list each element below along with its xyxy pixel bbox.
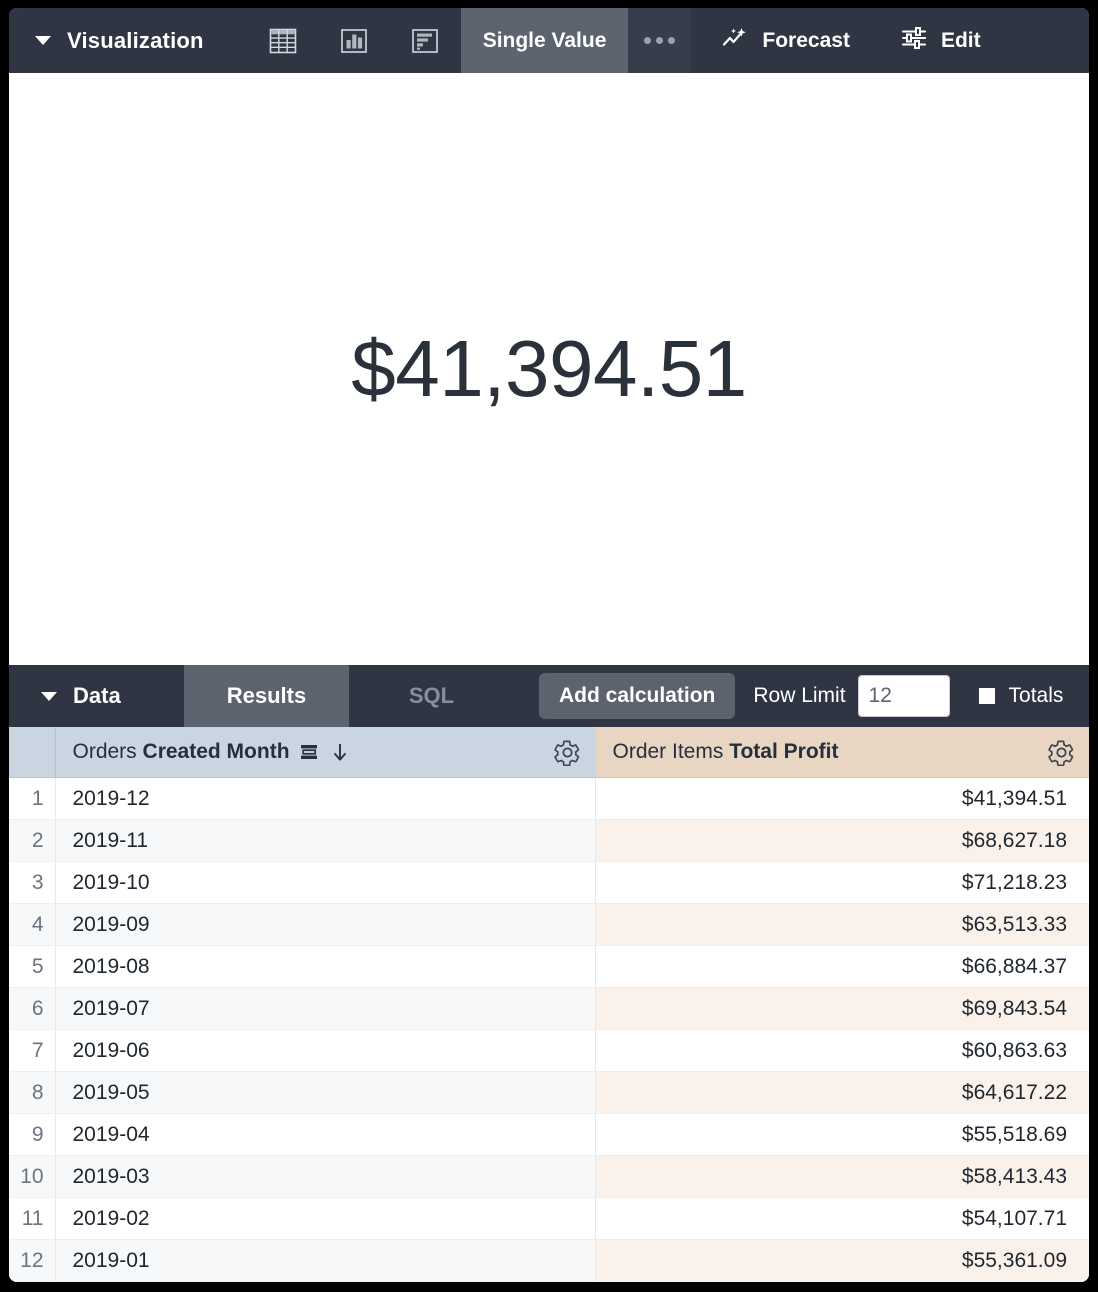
total-profit-cell[interactable]: $63,513.33 <box>594 903 1089 946</box>
row-number-cell: 6 <box>9 987 55 1030</box>
table-chart-icon <box>268 26 298 56</box>
row-limit-label: Row Limit <box>753 684 846 707</box>
visualization-more-button[interactable] <box>628 8 692 73</box>
table-row[interactable]: 6 2019-07 $69,843.54 <box>9 987 1089 1030</box>
sliders-icon <box>900 25 928 57</box>
bar-chart-icon-button[interactable] <box>390 8 461 73</box>
visualization-type-icon-group <box>248 8 461 73</box>
tab-single-value[interactable]: Single Value <box>460 8 629 73</box>
created-month-cell[interactable]: 2019-07 <box>54 987 595 1030</box>
table-row[interactable]: 12 2019-01 $55,361.09 <box>9 1239 1089 1282</box>
table-row[interactable]: 5 2019-08 $66,884.37 <box>9 945 1089 988</box>
created-month-cell[interactable]: 2019-12 <box>54 777 595 820</box>
table-row[interactable]: 1 2019-12 $41,394.51 <box>9 777 1089 820</box>
total-profit-cell[interactable]: $60,863.63 <box>594 1029 1089 1072</box>
row-number-cell: 2 <box>9 819 55 862</box>
table-row[interactable]: 2 2019-11 $68,627.18 <box>9 819 1089 862</box>
table-row[interactable]: 8 2019-05 $64,617.22 <box>9 1071 1089 1114</box>
total-profit-cell[interactable]: $55,361.09 <box>594 1239 1089 1282</box>
row-number-cell: 3 <box>9 861 55 904</box>
created-month-cell[interactable]: 2019-02 <box>54 1197 595 1240</box>
table-row[interactable]: 11 2019-02 $54,107.71 <box>9 1197 1089 1240</box>
forecast-label: Forecast <box>762 28 850 52</box>
created-month-cell[interactable]: 2019-10 <box>54 861 595 904</box>
row-number-cell: 12 <box>9 1239 55 1282</box>
total-profit-cell[interactable]: $54,107.71 <box>594 1197 1089 1240</box>
sort-descending-arrow-icon[interactable] <box>330 741 350 763</box>
chevron-down-icon <box>41 691 57 701</box>
row-number-cell: 11 <box>9 1197 55 1240</box>
total-profit-cell[interactable]: $71,218.23 <box>594 861 1089 904</box>
column-chart-icon <box>339 26 369 56</box>
row-number-cell: 5 <box>9 945 55 988</box>
chevron-down-icon <box>35 36 51 45</box>
column-chart-icon-button[interactable] <box>319 8 390 73</box>
single-value-visualization: $41,394.51 <box>9 73 1089 665</box>
visualization-collapse-toggle[interactable]: Visualization <box>9 8 204 73</box>
table-chart-icon-button[interactable] <box>248 8 319 73</box>
total-profit-cell[interactable]: $69,843.54 <box>594 987 1089 1030</box>
screenshot-frame: Visualization Single Value Forecast Edit… <box>0 0 1098 1292</box>
created-month-cell[interactable]: 2019-04 <box>54 1113 595 1156</box>
totals-toggle[interactable]: Totals <box>975 665 1064 727</box>
visualization-toolbar: Visualization Single Value Forecast Edit <box>9 8 1089 73</box>
created-month-cell[interactable]: 2019-03 <box>54 1155 595 1198</box>
total-profit-cell[interactable]: $55,518.69 <box>594 1113 1089 1156</box>
row-number-cell: 8 <box>9 1071 55 1114</box>
table-row[interactable]: 7 2019-06 $60,863.63 <box>9 1029 1089 1072</box>
totals-label: Totals <box>1008 684 1064 707</box>
row-number-header <box>9 727 55 778</box>
created-month-cell[interactable]: 2019-05 <box>54 1071 595 1114</box>
gear-icon[interactable] <box>1048 739 1075 766</box>
total-profit-cell[interactable]: $64,617.22 <box>594 1071 1089 1114</box>
total-profit-cell[interactable]: $66,884.37 <box>594 945 1089 988</box>
created-month-cell[interactable]: 2019-06 <box>54 1029 595 1072</box>
table-row[interactable]: 10 2019-03 $58,413.43 <box>9 1155 1089 1198</box>
results-table-head: Orders Created Month Order Items Total P… <box>9 727 1089 778</box>
single-value-number: $41,394.51 <box>351 324 747 413</box>
column-header-total-profit[interactable]: Order Items Total Profit <box>594 727 1089 778</box>
add-calculation-button[interactable]: Add calculation <box>539 673 736 719</box>
visualization-title: Visualization <box>67 27 204 53</box>
created-month-cell[interactable]: 2019-09 <box>54 903 595 946</box>
edit-label: Edit <box>940 28 981 52</box>
data-collapse-toggle[interactable]: Data <box>9 665 184 727</box>
tab-sql[interactable]: SQL <box>349 665 514 727</box>
row-limit-input[interactable] <box>857 675 950 717</box>
results-table: Orders Created Month Order Items Total P… <box>9 727 1089 1282</box>
totals-checkbox[interactable] <box>975 685 998 707</box>
results-table-container: Orders Created Month Order Items Total P… <box>9 727 1089 1282</box>
forecast-button[interactable]: Forecast <box>691 8 850 73</box>
column-header-created-month[interactable]: Orders Created Month <box>54 727 595 778</box>
table-header-row: Orders Created Month Order Items Total P… <box>9 727 1089 778</box>
row-number-cell: 9 <box>9 1113 55 1156</box>
measure-header-label: Order Items Total Profit <box>612 740 839 763</box>
data-toolbar: Data Results SQL Add calculation Row Lim… <box>9 665 1089 727</box>
row-number-cell: 1 <box>9 777 55 820</box>
sparkle-wand-icon <box>721 25 749 57</box>
data-title: Data <box>73 683 121 708</box>
dimension-icon <box>299 742 321 762</box>
edit-button[interactable]: Edit <box>850 8 1009 73</box>
bar-chart-icon <box>410 26 440 56</box>
results-table-body: 1 2019-12 $41,394.51 2 2019-11 $68,627.18 3 201… <box>9 777 1089 1282</box>
ellipsis-icon <box>644 37 676 44</box>
table-row[interactable]: 3 2019-10 $71,218.23 <box>9 861 1089 904</box>
total-profit-cell[interactable]: $41,394.51 <box>594 777 1089 820</box>
total-profit-cell[interactable]: $68,627.18 <box>594 819 1089 862</box>
created-month-cell[interactable]: 2019-11 <box>54 819 595 862</box>
row-number-cell: 4 <box>9 903 55 946</box>
dimension-header-label: Orders Created Month <box>72 740 290 763</box>
looker-explore-panel: Visualization Single Value Forecast Edit… <box>9 8 1089 1282</box>
row-number-cell: 7 <box>9 1029 55 1072</box>
total-profit-cell[interactable]: $58,413.43 <box>594 1155 1089 1198</box>
table-row[interactable]: 9 2019-04 $55,518.69 <box>9 1113 1089 1156</box>
created-month-cell[interactable]: 2019-01 <box>54 1239 595 1282</box>
table-row[interactable]: 4 2019-09 $63,513.33 <box>9 903 1089 946</box>
created-month-cell[interactable]: 2019-08 <box>54 945 595 988</box>
row-limit-group: Row Limit <box>753 665 950 727</box>
gear-icon[interactable] <box>553 739 581 766</box>
row-number-cell: 10 <box>9 1155 55 1198</box>
tab-results[interactable]: Results <box>184 665 349 727</box>
